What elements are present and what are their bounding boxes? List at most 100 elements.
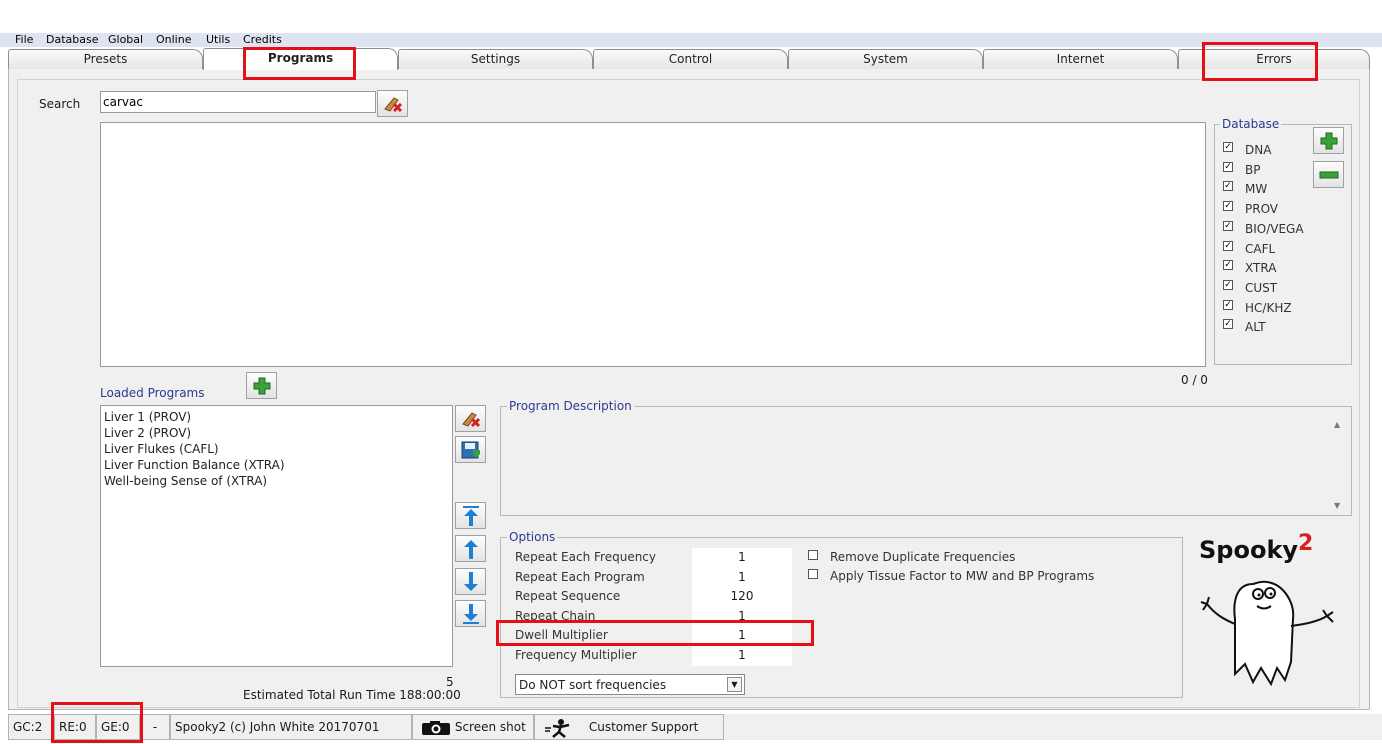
scroll-down-icon[interactable]: ▼ (1334, 501, 1340, 510)
highlight-error-counters (51, 702, 143, 743)
database-item-label: CUST (1245, 280, 1278, 295)
option-label: Repeat Each Program (515, 569, 645, 584)
tab-presets[interactable]: Presets (8, 49, 203, 69)
menu-bar: File Database Global Online Utils Credit… (0, 33, 1382, 47)
database-item-label: MW (1245, 182, 1268, 197)
menu-global[interactable]: Global (108, 33, 143, 47)
minus-icon (1319, 171, 1338, 178)
move-up-button[interactable] (455, 535, 486, 562)
customer-support-button[interactable]: Customer Support (534, 714, 724, 740)
database-item-label: CAFL (1245, 241, 1276, 256)
plus-icon (253, 377, 270, 394)
database-checkbox[interactable]: ✓ (1223, 299, 1233, 310)
arrow-up-icon (463, 539, 478, 559)
tab-settings[interactable]: Settings (398, 49, 593, 69)
option-label: Repeat Sequence (515, 589, 621, 604)
screenshot-label: Screen shot (454, 720, 526, 734)
ghost-icon (1200, 580, 1334, 687)
camera-icon (422, 720, 450, 735)
tab-internet[interactable]: Internet (983, 49, 1178, 69)
options-title: Options (507, 530, 558, 544)
database-checkbox[interactable]: ✓ (1223, 142, 1233, 152)
save-icon (461, 441, 480, 458)
loaded-program-item[interactable]: Liver 2 (PROV) (104, 425, 449, 441)
estimated-run-time: Estimated Total Run Time 188:00:00 (243, 688, 461, 702)
database-item-label: PROV (1245, 202, 1279, 217)
loaded-program-item[interactable]: Well-being Sense of (XTRA) (104, 473, 449, 489)
loaded-programs-count: 5 (446, 675, 454, 689)
remove-duplicates-checkbox[interactable] (808, 550, 818, 560)
highlight-dwell-multiplier (496, 620, 814, 646)
logo-superscript: 2 (1298, 531, 1314, 556)
database-checkbox[interactable]: ✓ (1223, 279, 1233, 290)
database-checkbox[interactable]: ✓ (1223, 260, 1233, 271)
tab-control[interactable]: Control (593, 49, 788, 69)
eraser-icon (383, 96, 402, 112)
customer-support-label: Customer Support (588, 720, 699, 734)
move-top-button[interactable] (455, 502, 486, 529)
sort-select-value: Do NOT sort frequencies (519, 678, 667, 692)
tissue-factor-checkbox[interactable] (808, 569, 818, 579)
database-checkbox[interactable]: ✓ (1223, 181, 1233, 192)
database-item-label: HC/KHZ (1245, 300, 1292, 315)
database-checkbox[interactable]: ✓ (1223, 220, 1233, 231)
loaded-program-item[interactable]: Liver Function Balance (XTRA) (104, 457, 449, 473)
tab-system[interactable]: System (788, 49, 983, 69)
screenshot-button[interactable]: Screen shot (412, 714, 534, 740)
status-separator: - (140, 714, 170, 740)
database-checkbox[interactable]: ✓ (1223, 161, 1233, 172)
logo-text: Spooky (1199, 536, 1299, 564)
program-description-text[interactable] (502, 414, 1350, 514)
menu-database[interactable]: Database (46, 33, 99, 47)
add-database-button[interactable] (1313, 127, 1344, 154)
remove-database-button[interactable] (1313, 161, 1344, 188)
database-checkbox[interactable]: ✓ (1223, 319, 1233, 330)
menu-online[interactable]: Online (156, 33, 191, 47)
eraser-icon (461, 411, 480, 427)
support-person-icon (545, 718, 570, 738)
database-item-label: DNA (1245, 143, 1272, 157)
plus-icon (1320, 132, 1337, 149)
highlight-errors-tab (1202, 42, 1318, 81)
option-value-input[interactable]: 1 (692, 648, 792, 662)
move-down-button[interactable] (455, 568, 486, 595)
menu-utils[interactable]: Utils (206, 33, 230, 47)
option-label: Frequency Multiplier (515, 648, 637, 662)
database-checkbox[interactable]: ✓ (1223, 201, 1233, 212)
arrow-top-icon (462, 505, 479, 526)
scroll-up-icon[interactable]: ▲ (1334, 420, 1340, 429)
option-value-input[interactable]: 1 (692, 550, 792, 564)
menu-file[interactable]: File (15, 33, 33, 47)
option-value-input[interactable]: 120 (692, 589, 792, 604)
database-item-label: BIO/VEGA (1245, 221, 1304, 236)
search-results-list[interactable] (100, 122, 1206, 367)
loaded-programs-list[interactable]: Liver 1 (PROV) Liver 2 (PROV) Liver Flukes… (100, 405, 453, 667)
arrow-down-icon (463, 571, 478, 591)
chevron-down-icon[interactable]: ▼ (727, 677, 742, 692)
tissue-factor-label: Apply Tissue Factor to MW and BP Program… (830, 569, 1095, 583)
search-input[interactable] (100, 91, 376, 113)
database-item-label: BP (1245, 162, 1261, 177)
database-item-label: XTRA (1245, 261, 1277, 276)
loaded-program-item[interactable]: Liver Flukes (CAFL) (104, 441, 449, 457)
save-programs-button[interactable] (455, 436, 486, 463)
database-item-label: ALT (1245, 320, 1266, 335)
move-bottom-button[interactable] (455, 600, 486, 627)
highlight-programs-tab (243, 47, 356, 80)
loaded-programs-title: Loaded Programs (100, 386, 205, 400)
option-value-input[interactable]: 1 (692, 569, 792, 584)
status-copyright: Spooky2 (c) John White 20170701 (170, 714, 412, 740)
sort-select[interactable]: Do NOT sort frequencies ▼ (515, 674, 745, 695)
tab-strip: Presets Programs Settings Control System… (8, 48, 1370, 70)
program-description-title: Program Description (507, 399, 634, 413)
menu-credits[interactable]: Credits (243, 33, 282, 47)
remove-duplicates-label: Remove Duplicate Frequencies (830, 550, 1016, 564)
status-gc: GC:2 (8, 714, 54, 740)
clear-search-button[interactable] (377, 90, 408, 117)
clear-programs-button[interactable] (455, 405, 486, 432)
loaded-program-item[interactable]: Liver 1 (PROV) (104, 409, 449, 425)
option-label: Repeat Each Frequency (515, 550, 656, 564)
add-program-button[interactable] (246, 372, 277, 399)
description-scrollbar[interactable]: ▲ ▼ (1330, 416, 1348, 514)
database-checkbox[interactable]: ✓ (1223, 240, 1233, 251)
